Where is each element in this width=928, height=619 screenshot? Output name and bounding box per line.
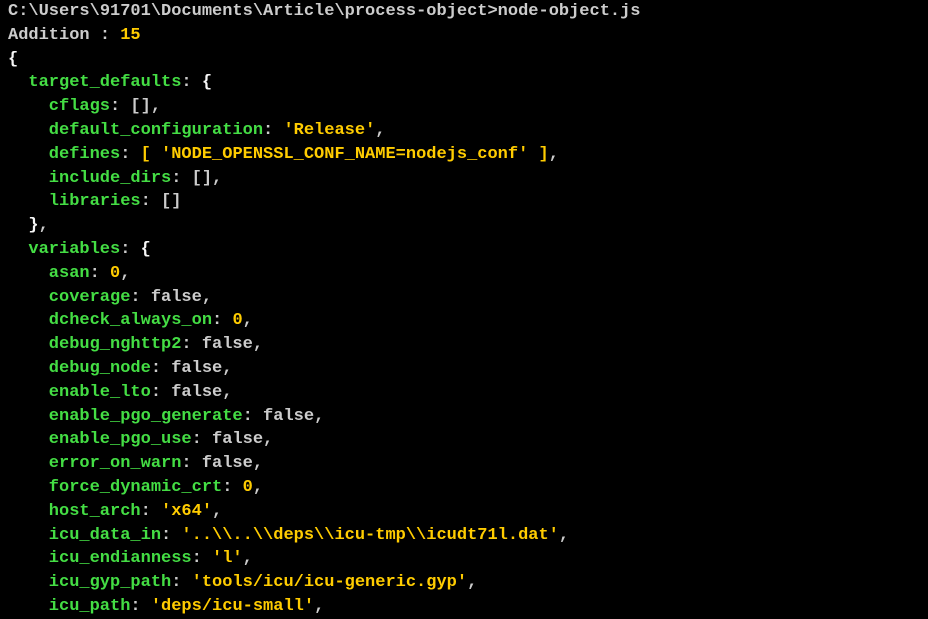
- debug-nghttp2-line: debug_nghttp2: false,: [49, 333, 920, 357]
- libraries-line: libraries: []: [49, 190, 920, 214]
- icu-gyp-path-line: icu_gyp_path: 'tools/icu/icu-generic.gyp…: [49, 571, 920, 595]
- enable-pgo-use-line: enable_pgo_use: false,: [49, 428, 920, 452]
- asan-line: asan: 0,: [49, 262, 920, 286]
- icu-path-line: icu_path: 'deps/icu-small',: [49, 595, 920, 619]
- icu-endianness-line: icu_endianness: 'l',: [49, 547, 920, 571]
- addition-line: Addition : 15: [8, 24, 920, 48]
- include-dirs-line: include_dirs: [],: [49, 167, 920, 191]
- debug-node-line: debug_node: false,: [49, 357, 920, 381]
- cflags-line: cflags: [],: [49, 95, 920, 119]
- target-defaults-close: },: [28, 214, 920, 238]
- addition-label: Addition :: [8, 26, 120, 45]
- target-defaults-open: target_defaults: {: [28, 71, 920, 95]
- host-arch-line: host_arch: 'x64',: [49, 500, 920, 524]
- variables-open: variables: {: [28, 238, 920, 262]
- dcheck-always-on-line: dcheck_always_on: 0,: [49, 309, 920, 333]
- error-on-warn-line: error_on_warn: false,: [49, 452, 920, 476]
- defines-line: defines: [ 'NODE_OPENSSL_CONF_NAME=nodej…: [49, 143, 920, 167]
- terminal-output: C:\Users\91701\Documents\Article\process…: [8, 0, 920, 619]
- open-brace: {: [8, 48, 920, 72]
- icu-data-in-line: icu_data_in: '..\\..\\deps\\icu-tmp\\icu…: [49, 524, 920, 548]
- coverage-line: coverage: false,: [49, 286, 920, 310]
- default-configuration-line: default_configuration: 'Release',: [49, 119, 920, 143]
- addition-value: 15: [120, 26, 140, 45]
- enable-pgo-generate-line: enable_pgo_generate: false,: [49, 405, 920, 429]
- enable-lto-line: enable_lto: false,: [49, 381, 920, 405]
- force-dynamic-crt-line: force_dynamic_crt: 0,: [49, 476, 920, 500]
- path-line: C:\Users\91701\Documents\Article\process…: [8, 0, 920, 24]
